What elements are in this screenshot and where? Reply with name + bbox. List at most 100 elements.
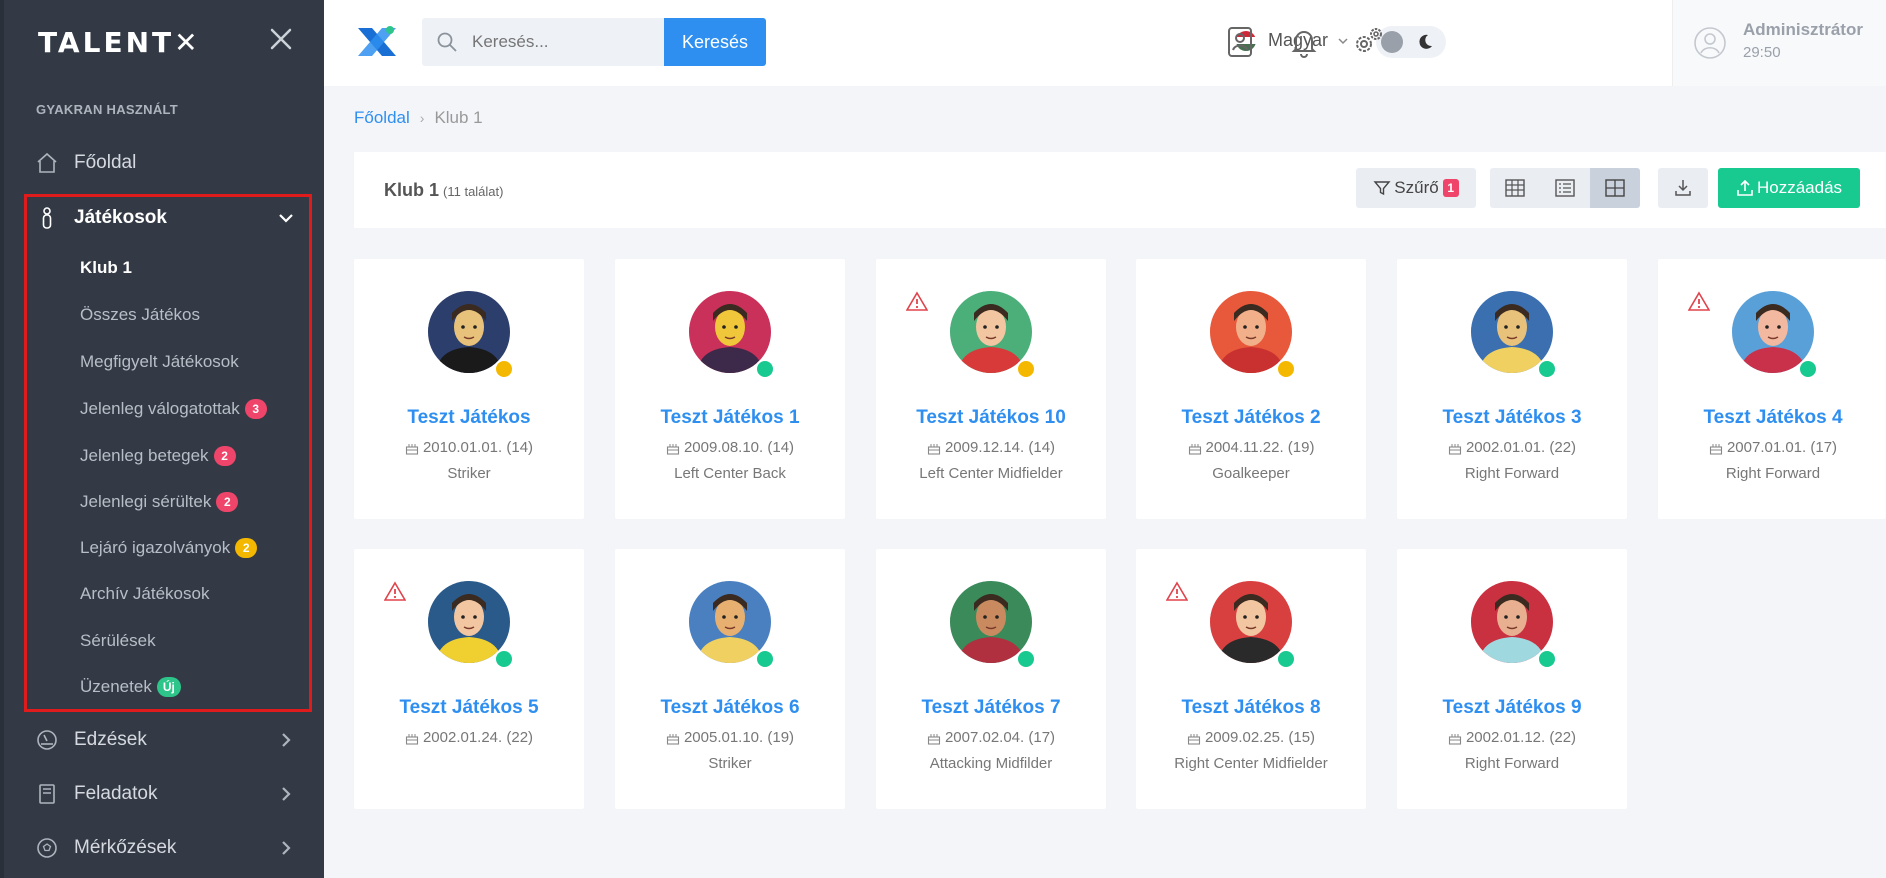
filter-button[interactable]: Szűrő 1 xyxy=(1356,168,1476,208)
player-card[interactable]: Teszt Játékos 8 2009.02.25. (15) Right Cen… xyxy=(1136,549,1366,809)
sidebar-subitem[interactable]: Archív Játékosok xyxy=(80,580,209,608)
player-card[interactable]: Teszt Játékos 9 2002.01.12. (22) Right For… xyxy=(1397,549,1627,809)
player-name[interactable]: Teszt Játékos 10 xyxy=(876,407,1106,429)
player-name[interactable]: Teszt Játékos xyxy=(354,407,584,429)
player-birthdate: 2002.01.01. (22) xyxy=(1397,439,1627,456)
table-view-button[interactable] xyxy=(1490,168,1540,208)
sidebar-subitem[interactable]: Jelenleg betegek 2 xyxy=(80,442,236,470)
birthday-cake-icon xyxy=(1448,443,1462,455)
player-name[interactable]: Teszt Játékos 2 xyxy=(1136,407,1366,429)
user-name: Adminisztrátor xyxy=(1743,20,1863,39)
subitem-label: Archív Játékosok xyxy=(80,584,210,603)
settings-gears-icon[interactable] xyxy=(1350,24,1386,60)
player-birthdate: 2004.11.22. (19) xyxy=(1136,439,1366,456)
subitem-label: Jelenlegi sérültek xyxy=(80,492,212,511)
search-box xyxy=(422,18,664,66)
status-indicator xyxy=(755,359,775,379)
add-label: Hozzáadás xyxy=(1756,178,1843,197)
sidebar-edge xyxy=(0,0,4,878)
search-button[interactable]: Keresés xyxy=(664,18,766,66)
breadcrumb-home-link[interactable]: Főoldal xyxy=(354,108,410,128)
sidebar-subitem[interactable]: Jelenlegi sérültek 2 xyxy=(80,488,239,516)
sidebar-item-players[interactable]: Játékosok xyxy=(34,198,296,238)
section-title: GYAKRAN HASZNÁLT xyxy=(36,102,179,117)
count-badge: 2 xyxy=(235,538,258,558)
close-icon[interactable] xyxy=(268,26,294,52)
player-card[interactable]: Teszt Játékos 2010.01.01. (14) Striker xyxy=(354,259,584,519)
sidebar-item-label: Edzések xyxy=(74,729,147,750)
dark-mode-toggle[interactable] xyxy=(1376,26,1446,58)
birthdate-text: 2002.01.01. (22) xyxy=(1465,439,1577,456)
sidebar-subitem[interactable]: Lejáró igazolványok 2 xyxy=(80,534,258,562)
player-icon xyxy=(34,205,60,231)
gauge-icon xyxy=(34,727,60,753)
sidebar-subitem[interactable]: Klub 1 xyxy=(80,254,132,282)
birthday-cake-icon xyxy=(1448,733,1462,745)
sidebar-item-home[interactable]: Főoldal xyxy=(34,143,296,183)
player-card[interactable]: Teszt Játékos 10 2009.12.14. (14) Left Cen… xyxy=(876,259,1106,519)
player-birthdate: 2007.02.04. (17) xyxy=(876,729,1106,746)
sidebar-item-matches[interactable]: Mérkőzések xyxy=(34,828,296,868)
download-button[interactable] xyxy=(1658,168,1708,208)
player-name[interactable]: Teszt Játékos 7 xyxy=(876,697,1106,719)
player-birthdate: 2010.01.01. (14) xyxy=(354,439,584,456)
sidebar-subitem[interactable]: Megfigyelt Játékosok xyxy=(80,348,239,376)
app-logo[interactable]: TALENT✕ xyxy=(38,26,201,59)
list-icon xyxy=(1555,179,1575,197)
player-birthdate: 2002.01.24. (22) xyxy=(354,729,584,746)
breadcrumb: Főoldal › Klub 1 xyxy=(354,108,483,128)
birthday-cake-icon xyxy=(1709,443,1723,455)
player-card[interactable]: Teszt Játékos 2 2004.11.22. (19) Goalkeepe… xyxy=(1136,259,1366,519)
sidebar-item-tasks[interactable]: Feladatok xyxy=(34,774,296,814)
list-header: Klub 1 (11 találat) Szűrő 1 Hozzáadás xyxy=(354,152,1886,228)
status-indicator xyxy=(1276,649,1296,669)
player-name[interactable]: Teszt Játékos 3 xyxy=(1397,407,1627,429)
sidebar-subitem[interactable]: Összes Játékos xyxy=(80,301,200,329)
grid-view-button[interactable] xyxy=(1590,168,1640,208)
player-card[interactable]: Teszt Játékos 6 2005.01.10. (19) Striker xyxy=(615,549,845,809)
user-menu[interactable]: Adminisztrátor 29:50 xyxy=(1672,0,1886,86)
grid-icon xyxy=(1605,179,1625,197)
sidebar-subitem[interactable]: Sérülések xyxy=(80,627,156,655)
sidebar-subitem[interactable]: Üzenetek Új xyxy=(80,673,181,701)
player-name[interactable]: Teszt Játékos 8 xyxy=(1136,697,1366,719)
sidebar-item-label: Feladatok xyxy=(74,783,158,804)
player-name[interactable]: Teszt Játékos 5 xyxy=(354,697,584,719)
birthdate-text: 2009.02.25. (15) xyxy=(1204,729,1316,746)
add-button[interactable]: Hozzáadás xyxy=(1718,168,1860,208)
birthday-cake-icon xyxy=(666,443,680,455)
filter-count-badge: 1 xyxy=(1442,179,1459,197)
search-input[interactable] xyxy=(472,32,652,52)
player-name[interactable]: Teszt Játékos 6 xyxy=(615,697,845,719)
player-card[interactable]: Teszt Játékos 1 2009.08.10. (14) Left Cent… xyxy=(615,259,845,519)
player-card[interactable]: Teszt Játékos 3 2002.01.01. (22) Right For… xyxy=(1397,259,1627,519)
status-indicator xyxy=(1276,359,1296,379)
list-view-button[interactable] xyxy=(1540,168,1590,208)
breadcrumb-separator-icon: › xyxy=(419,110,425,126)
status-indicator xyxy=(1537,649,1557,669)
count-badge: 2 xyxy=(216,492,239,512)
sidebar-item-trainings[interactable]: Edzések xyxy=(34,720,296,760)
contacts-icon[interactable] xyxy=(1222,24,1258,60)
player-position: Right Center Midfielder xyxy=(1174,755,1328,772)
count-badge: 2 xyxy=(213,446,236,466)
birthday-cake-icon xyxy=(405,733,419,745)
bell-icon[interactable] xyxy=(1286,24,1322,60)
status-indicator xyxy=(494,649,514,669)
sidebar: TALENT✕ GYAKRAN HASZNÁLT Főoldal Játékos… xyxy=(0,0,324,878)
home-icon xyxy=(34,150,60,176)
player-position: Left Center Midfielder xyxy=(919,465,1063,482)
player-card[interactable]: Teszt Játékos 4 2007.01.01. (17) Right For… xyxy=(1658,259,1886,519)
player-name[interactable]: Teszt Játékos 9 xyxy=(1397,697,1627,719)
sidebar-subitem[interactable]: Jelenleg válogatottak 3 xyxy=(80,395,267,423)
birthdate-text: 2004.11.22. (19) xyxy=(1205,439,1315,456)
player-name[interactable]: Teszt Játékos 1 xyxy=(615,407,845,429)
player-card[interactable]: Teszt Játékos 5 2002.01.24. (22) xyxy=(354,549,584,809)
warning-icon xyxy=(1166,581,1188,601)
book-icon xyxy=(34,781,60,807)
app-x-logo-icon[interactable] xyxy=(354,22,400,62)
birthdate-text: 2010.01.01. (14) xyxy=(422,439,534,456)
player-name[interactable]: Teszt Játékos 4 xyxy=(1658,407,1886,429)
player-card[interactable]: Teszt Játékos 7 2007.02.04. (17) Attacking… xyxy=(876,549,1106,809)
logo-text: TALENT xyxy=(38,26,175,59)
